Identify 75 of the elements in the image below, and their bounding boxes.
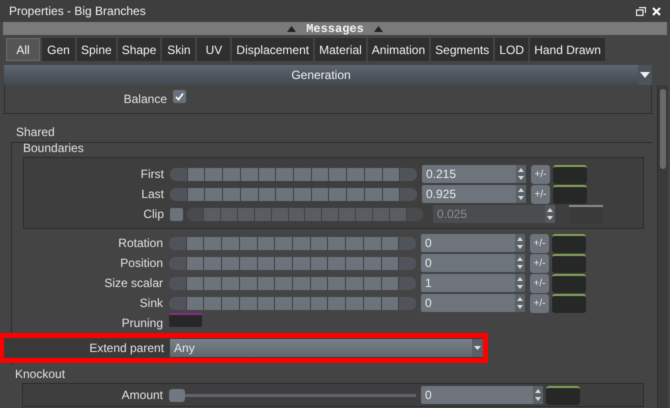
number-field[interactable]: 1 (421, 274, 525, 292)
up-arrow-icon (287, 26, 296, 32)
messages-bar[interactable]: Messages (3, 22, 667, 35)
dropdown[interactable]: Any (170, 339, 483, 357)
checkbox[interactable] (173, 90, 186, 103)
tab[interactable]: LOD (495, 38, 528, 61)
spinner-icon[interactable] (515, 234, 525, 252)
slider-track[interactable] (169, 256, 416, 270)
field-label: Amount (120, 387, 164, 404)
close-icon[interactable] (652, 6, 661, 16)
tab[interactable]: Segments (431, 38, 494, 61)
number-field[interactable]: 0.215 (422, 165, 526, 183)
color-swatch[interactable] (553, 184, 587, 204)
field-label: Rotation (117, 235, 164, 252)
color-swatch[interactable] (546, 386, 580, 404)
slider-track[interactable] (170, 188, 417, 200)
field-label: Last (140, 186, 165, 203)
plus-minus-button[interactable]: +/- (531, 164, 550, 184)
tab[interactable]: Spine (77, 38, 116, 61)
color-swatch[interactable] (552, 234, 586, 252)
color-swatch[interactable] (552, 274, 586, 292)
spinner-icon[interactable] (516, 185, 526, 203)
color-swatch[interactable] (553, 164, 587, 184)
color-swatch[interactable] (552, 294, 586, 312)
plus-minus-button[interactable]: +/- (530, 254, 549, 272)
field-label: Position (119, 255, 164, 272)
field-label: Extend parent (88, 340, 166, 357)
number-field[interactable]: 0 (421, 254, 525, 272)
number-field[interactable]: 0 (421, 294, 525, 312)
slider-track[interactable] (170, 168, 417, 180)
plus-minus-button[interactable]: +/- (530, 234, 549, 252)
tab[interactable]: Skin (162, 38, 196, 61)
field-label: Pruning (120, 315, 164, 332)
tab[interactable]: Shape (118, 38, 160, 61)
group-title: Shared (16, 125, 55, 139)
group-title: Boundaries (23, 140, 85, 157)
color-swatch[interactable] (169, 313, 202, 327)
slider-track[interactable] (169, 276, 416, 290)
spinner-icon[interactable] (515, 274, 525, 292)
restore-icon[interactable] (636, 6, 646, 16)
section-header[interactable]: Generation (4, 65, 638, 85)
spinner-icon[interactable] (533, 386, 543, 404)
scrollbar[interactable] (657, 85, 668, 408)
color-swatch[interactable] (552, 254, 586, 272)
spinner-icon[interactable] (516, 165, 526, 183)
tab[interactable]: UV (197, 38, 230, 61)
plus-minus-button[interactable]: +/- (530, 294, 549, 312)
tab[interactable]: Animation (368, 38, 430, 61)
spinner-icon[interactable] (515, 254, 525, 272)
up-arrow-icon (374, 26, 383, 32)
plus-minus-button[interactable]: +/- (531, 184, 550, 204)
slider-track[interactable] (187, 208, 423, 220)
slider-track[interactable] (169, 296, 416, 310)
field-label: Sink (138, 295, 164, 312)
field-label: Balance (122, 91, 168, 108)
slider-track[interactable] (169, 388, 416, 402)
tab[interactable]: Hand Drawn (530, 38, 605, 61)
spinner-icon[interactable] (515, 294, 525, 312)
field-label: Size scalar (103, 275, 164, 292)
slider-thumb[interactable] (169, 388, 185, 402)
plus-minus-button[interactable]: +/- (530, 274, 549, 292)
tab[interactable]: Displacement (232, 38, 314, 61)
caret-icon (472, 339, 483, 357)
group-title: Knockout (15, 366, 66, 383)
field-label: First (140, 166, 165, 183)
number-field[interactable]: 0 (421, 386, 543, 404)
tab[interactable]: Gen (42, 38, 75, 61)
tab[interactable]: All (6, 38, 40, 61)
messages-label: Messages (306, 20, 364, 38)
slider-track[interactable] (169, 236, 416, 250)
field-label: Clip (142, 206, 165, 223)
tab[interactable]: Material (315, 38, 366, 61)
number-field[interactable]: 0 (421, 234, 525, 252)
window-title: Properties - Big Branches (9, 3, 146, 20)
number-field[interactable]: 0.925 (422, 185, 526, 203)
